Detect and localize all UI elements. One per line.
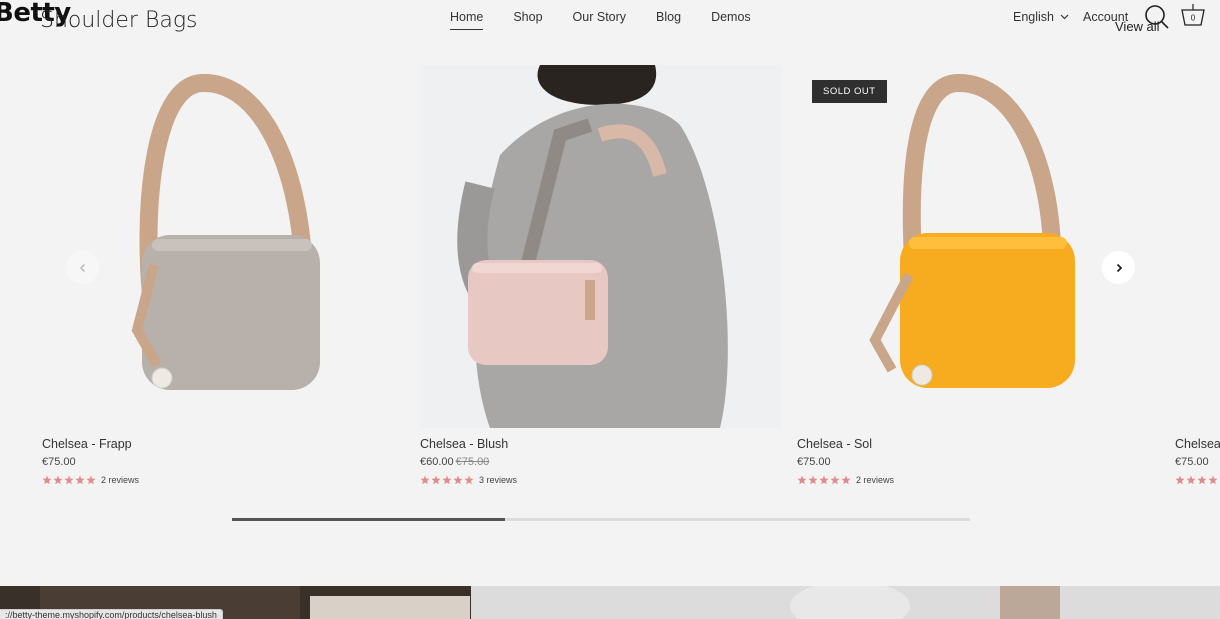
product-name[interactable]: Chelsea - Blush	[420, 437, 782, 451]
product-image[interactable]	[42, 65, 404, 428]
star-icon	[1175, 475, 1185, 485]
sold-out-badge: SOLD OUT	[812, 80, 887, 103]
search-icon[interactable]	[1144, 4, 1170, 35]
chevron-left-icon	[79, 263, 85, 272]
star-icon	[75, 475, 85, 485]
language-selector[interactable]: English	[1013, 10, 1069, 24]
cart-count: 0	[1191, 14, 1196, 23]
product-price: €75.00	[797, 456, 1159, 468]
compare-at-price: €75.00	[455, 456, 490, 468]
star-icon	[1208, 475, 1218, 485]
product-image[interactable]	[420, 65, 782, 428]
star-icon	[797, 475, 807, 485]
product-name[interactable]: Chelsea -	[1175, 437, 1220, 451]
star-icon	[86, 475, 96, 485]
product-price: €60.00 €75.00	[420, 456, 782, 468]
star-icon	[1186, 475, 1196, 485]
rating-stars	[42, 475, 96, 485]
product-image[interactable]	[1175, 65, 1220, 428]
product-card[interactable]: Chelsea - Blush €60.00 €75.00 3 reviews	[420, 65, 782, 485]
current-price: €75.00	[42, 456, 76, 468]
carousel-scrollbar[interactable]	[232, 518, 970, 521]
star-icon	[64, 475, 74, 485]
review-count: 2 reviews	[856, 475, 895, 485]
chevron-right-icon	[1116, 263, 1122, 272]
review-count: 2 reviews	[101, 475, 140, 485]
current-price: €75.00	[1175, 456, 1209, 468]
nav-our-story[interactable]: Our Story	[573, 10, 627, 30]
star-icon	[841, 475, 851, 485]
product-price: €75.00	[42, 456, 404, 468]
star-icon	[808, 475, 818, 485]
rating-stars	[1175, 475, 1218, 485]
nav-demos[interactable]: Demos	[711, 10, 751, 30]
current-price: €75.00	[797, 456, 831, 468]
cart-icon[interactable]: 0	[1179, 2, 1207, 33]
review-count: 3 reviews	[479, 475, 518, 485]
star-icon	[420, 475, 430, 485]
link-url-tooltip: ://betty-theme.myshopify.com/products/ch…	[0, 609, 223, 619]
product-rating: 3 reviews	[420, 475, 782, 485]
product-card[interactable]: Chelsea - €75.00	[1175, 65, 1220, 485]
section-title: Shoulder Bags	[40, 8, 198, 33]
star-icon	[431, 475, 441, 485]
product-name[interactable]: Chelsea - Sol	[797, 437, 1159, 451]
star-icon	[42, 475, 52, 485]
product-rating: 2 reviews	[42, 475, 404, 485]
language-label: English	[1013, 10, 1054, 24]
product-price: €75.00	[1175, 456, 1220, 468]
product-image[interactable]: SOLD OUT	[797, 65, 1159, 428]
carousel-prev-button[interactable]	[66, 251, 99, 284]
star-icon	[830, 475, 840, 485]
rating-stars	[797, 475, 851, 485]
product-rating: 2 reviews	[797, 475, 1159, 485]
star-icon	[1197, 475, 1207, 485]
nav-shop[interactable]: Shop	[513, 10, 542, 30]
nav-home[interactable]: Home	[450, 10, 484, 30]
star-icon	[442, 475, 452, 485]
product-rating	[1175, 475, 1220, 485]
rating-stars	[420, 475, 474, 485]
star-icon	[453, 475, 463, 485]
next-section-preview: ://betty-theme.myshopify.com/products/ch…	[0, 586, 1220, 619]
nav-blog[interactable]: Blog	[656, 10, 681, 30]
star-icon	[464, 475, 474, 485]
carousel-scrollbar-thumb[interactable]	[232, 518, 506, 521]
star-icon	[53, 475, 63, 485]
product-name[interactable]: Chelsea - Frapp	[42, 437, 404, 451]
carousel-next-button[interactable]	[1102, 251, 1135, 284]
main-nav: Home Shop Our Story Blog Demos	[450, 10, 781, 30]
star-icon	[819, 475, 829, 485]
current-price: €60.00	[420, 456, 454, 468]
chevron-down-icon	[1060, 14, 1069, 20]
